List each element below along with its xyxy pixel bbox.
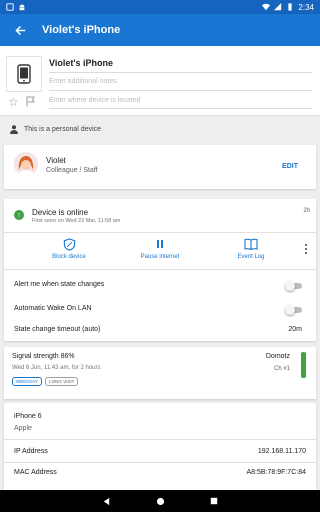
divider [49, 108, 312, 109]
edit-button[interactable]: EDIT [282, 163, 298, 170]
nav-recents-icon[interactable] [210, 497, 218, 505]
device-maker: Apple [14, 425, 32, 432]
alert-label: Alert me when state changes [14, 281, 105, 288]
device-type-icon[interactable] [6, 56, 42, 92]
pause-internet-button[interactable]: Pause internet [125, 237, 195, 260]
nav-home-icon[interactable] [156, 497, 165, 506]
network-name: Domotz [265, 353, 290, 360]
status-bar: 2:34 [0, 0, 320, 14]
event-log-label: Event Log [237, 254, 265, 260]
divider [4, 462, 316, 463]
block-device-label: Block device [52, 254, 86, 260]
clock: 2:34 [298, 2, 314, 12]
tag-list: WEEKDAY LONG VISIT [12, 377, 79, 386]
mac-label: MAC Address [14, 469, 57, 476]
divider [4, 269, 316, 270]
block-device-button[interactable]: Block device [34, 237, 104, 260]
user-card: Violet Colleague / Staff EDIT [4, 145, 316, 189]
system-nav-bar [0, 490, 320, 512]
details-card: iPhone 6 Apple IP Address 192.168.11.170… [4, 403, 316, 498]
device-model: iPhone 6 [14, 413, 42, 420]
ip-value[interactable]: 192.168.11.170 [258, 448, 306, 455]
personal-device-label: This is a personal device [24, 126, 102, 133]
app-bar: Violet's iPhone [0, 14, 320, 46]
wol-label: Automatic Wake On LAN [14, 305, 92, 312]
online-status-title: Device is online [32, 208, 89, 217]
location-field[interactable]: Enter where device is located [49, 97, 140, 104]
signal-time: Wed 6 Jun, 11:43 am, for 2 hours [12, 365, 101, 371]
back-button[interactable] [4, 14, 36, 46]
book-icon [244, 238, 258, 250]
signal-strength-bar [301, 352, 306, 378]
tag-weekday: WEEKDAY [12, 377, 43, 386]
signal-card[interactable]: Signal strength 86% Wed 6 Jun, 11:43 am,… [4, 347, 316, 399]
avatar-icon [14, 152, 38, 176]
device-name-field[interactable]: Violet's iPhone [49, 58, 113, 68]
more-options-icon[interactable] [305, 244, 308, 256]
page-title: Violet's iPhone [42, 24, 121, 36]
notes-field[interactable]: Enter additional notes [49, 78, 117, 85]
flag-icon[interactable] [26, 96, 36, 107]
divider [4, 232, 316, 233]
avatar [14, 152, 38, 176]
timeout-value[interactable]: 20m [288, 326, 302, 333]
wifi-icon [262, 3, 271, 11]
alert-toggle[interactable] [285, 281, 302, 291]
star-icon[interactable]: ☆ [8, 95, 19, 109]
online-duration: 2h [303, 208, 310, 214]
arrow-back-icon [14, 25, 25, 35]
pause-internet-label: Pause internet [140, 254, 180, 260]
divider [4, 439, 316, 440]
wol-toggle[interactable] [285, 305, 302, 315]
tag-long-visit: LONG VISIT [45, 377, 79, 386]
pause-icon [157, 240, 163, 248]
notification-icon [6, 3, 14, 11]
event-log-button[interactable]: Event Log [216, 237, 286, 260]
smartphone-icon [17, 64, 31, 84]
battery-icon [288, 3, 293, 11]
android-icon [19, 4, 25, 11]
ip-label: IP Address [14, 448, 48, 455]
mac-value[interactable]: A8:5B:78:9F:7C:84 [246, 469, 306, 476]
divider [49, 72, 312, 73]
user-role: Colleague / Staff [46, 167, 98, 174]
person-icon [10, 125, 18, 134]
first-seen-text: First seen on Wed 22 Mar, 11:58 am [32, 218, 121, 224]
status-card: ↑ Device is online First seen on Wed 22 … [4, 199, 316, 341]
block-icon [63, 237, 75, 251]
divider [49, 90, 312, 91]
online-status-icon: ↑ [14, 210, 24, 220]
nav-back-icon[interactable] [102, 497, 111, 506]
channel: Ch #1 [273, 366, 290, 372]
signal-icon [274, 3, 282, 11]
device-header: Violet's iPhone Enter additional notes ☆… [0, 46, 320, 116]
signal-strength: Signal strength 86% [12, 353, 75, 360]
personal-device-row[interactable]: This is a personal device [10, 125, 101, 134]
timeout-label: State change timeout (auto) [14, 326, 101, 333]
user-name: Violet [46, 156, 66, 165]
